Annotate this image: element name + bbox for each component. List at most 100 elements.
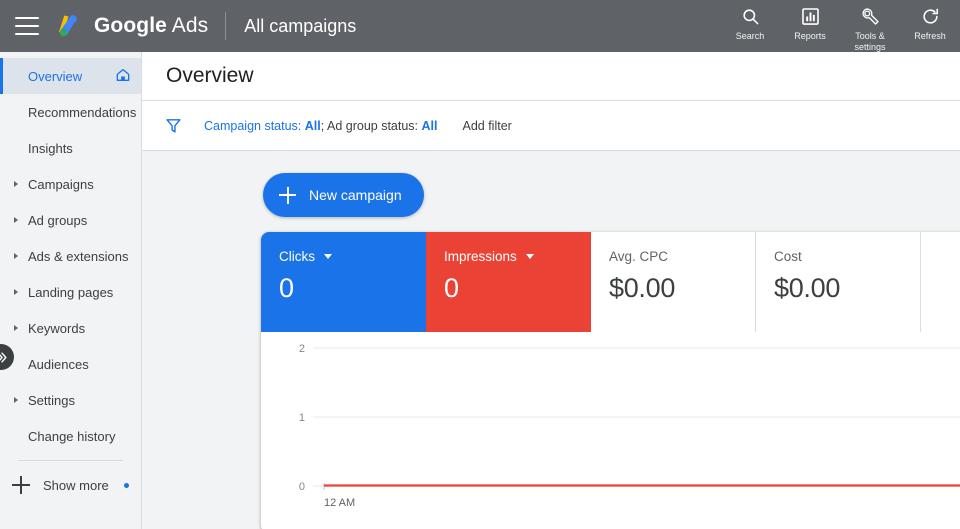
- home-icon: [115, 67, 131, 86]
- y-tick-label-2: 2: [299, 343, 305, 355]
- brand-wordmark: Google Ads: [94, 14, 208, 38]
- header-divider: [225, 12, 227, 40]
- new-campaign-button[interactable]: New campaign: [263, 173, 424, 217]
- sidebar-item-label: Insights: [28, 140, 73, 156]
- chevron-right-icon: [14, 325, 18, 331]
- google-ads-logo[interactable]: [55, 11, 85, 41]
- performance-chart[interactable]: 2 1 0 12 AM: [261, 332, 960, 529]
- search-label: Search: [735, 31, 765, 41]
- filter-chip-value-campaign: All: [304, 118, 321, 133]
- chevron-right-icon: [14, 289, 18, 295]
- add-filter-button[interactable]: Add filter: [462, 119, 511, 133]
- scorecard-label-text: Cost: [774, 249, 802, 264]
- hamburger-menu-icon[interactable]: [15, 17, 39, 35]
- sidebar-item-label: Landing pages: [28, 284, 114, 300]
- refresh-icon: [921, 4, 940, 28]
- scorecard-label: Clicks: [279, 249, 426, 264]
- sidebar-item-keywords[interactable]: Keywords: [0, 310, 141, 346]
- hamburger-line: [15, 17, 39, 19]
- scorecard-value: $0.00: [609, 273, 676, 303]
- filter-bar: Campaign status: All; Ad group status: A…: [142, 101, 960, 151]
- scorecard-value: 0: [279, 273, 294, 303]
- scorecard-impressions[interactable]: Impressions 0: [426, 232, 591, 332]
- search-button[interactable]: Search: [720, 4, 780, 42]
- left-sidebar-nav: Overview Recommendations Insights Campai…: [0, 52, 142, 529]
- scorecard-label-text: Impressions: [444, 249, 517, 264]
- plus-icon: [12, 476, 30, 494]
- chevron-down-icon[interactable]: [525, 254, 534, 259]
- sidebar-item-label: Change history: [28, 428, 116, 444]
- sidebar-item-change-history[interactable]: Change history: [0, 418, 141, 454]
- reports-label: Reports: [794, 31, 826, 41]
- y-tick-label-1: 1: [299, 412, 305, 424]
- main-content-area: Overview Campaign status: All; Ad group …: [142, 52, 960, 529]
- filter-chip-value-adgroup: All: [421, 118, 438, 133]
- chevron-right-icon: [14, 181, 18, 187]
- reports-button[interactable]: Reports: [780, 4, 840, 42]
- top-header-bar: Google Ads All campaigns Search Reports …: [0, 0, 960, 52]
- wrench-tools-icon: [861, 4, 880, 28]
- scorecard-label-text: Clicks: [279, 249, 315, 264]
- scorecard-clicks[interactable]: Clicks 0: [261, 232, 426, 332]
- new-badge-dot: [124, 482, 129, 488]
- metrics-panel: Clicks 0 Impressions 0 Avg. CPC $0.00 Co…: [261, 232, 960, 529]
- brand-google: Google: [94, 14, 167, 37]
- scorecard-label-text: Avg. CPC: [609, 249, 669, 264]
- x-tick-label-12am: 12 AM: [324, 497, 355, 509]
- reports-bar-chart-icon: [801, 4, 820, 28]
- account-context-label: All campaigns: [244, 15, 357, 36]
- sidebar-item-label: Overview: [28, 68, 83, 84]
- brand-ads: Ads: [171, 14, 209, 37]
- sidebar-item-label: Recommendations: [28, 104, 137, 120]
- scorecard-cost[interactable]: Cost $0.00: [756, 232, 921, 332]
- sidebar-item-label: Settings: [28, 392, 75, 408]
- sidebar-item-audiences[interactable]: Audiences: [0, 346, 141, 382]
- chevron-right-icon: [14, 253, 18, 259]
- sidebar-divider: [18, 460, 123, 461]
- plus-icon: [279, 186, 296, 204]
- sidebar-item-campaigns[interactable]: Campaigns: [0, 166, 141, 202]
- y-tick-label-0: 0: [299, 481, 305, 493]
- hamburger-line: [15, 25, 39, 27]
- refresh-button[interactable]: Refresh: [900, 4, 960, 42]
- sidebar-item-ads-extensions[interactable]: Ads & extensions: [0, 238, 141, 274]
- chevron-right-icon: [14, 397, 18, 403]
- filter-chip-middle: ; Ad group status:: [320, 118, 422, 133]
- scorecard-label: Cost: [774, 249, 920, 264]
- page-title: Overview: [166, 64, 254, 87]
- sidebar-item-label: Ads & extensions: [28, 248, 129, 264]
- sidebar-item-label: Campaigns: [28, 176, 94, 192]
- dashboard-canvas: New campaign Clicks 0 Impressions 0 Avg.…: [142, 151, 960, 529]
- sidebar-item-label: Keywords: [28, 320, 86, 336]
- tools-settings-label: Tools & settings: [854, 31, 886, 52]
- scorecards-row: Clicks 0 Impressions 0 Avg. CPC $0.00 Co…: [261, 232, 960, 332]
- sidebar-item-label: Audiences: [28, 356, 89, 372]
- sidebar-item-settings[interactable]: Settings: [0, 382, 141, 418]
- chevron-down-icon[interactable]: [324, 254, 332, 259]
- search-icon: [741, 4, 760, 28]
- chevron-right-icon: [14, 217, 18, 223]
- scorecard-value: $0.00: [774, 273, 841, 303]
- hamburger-line: [15, 33, 39, 35]
- new-campaign-label: New campaign: [309, 187, 402, 203]
- sidebar-show-more-button[interactable]: Show more: [0, 467, 141, 503]
- sidebar-item-insights[interactable]: Insights: [0, 130, 141, 166]
- show-more-label: Show more: [43, 477, 109, 493]
- sidebar-item-ad-groups[interactable]: Ad groups: [0, 202, 141, 238]
- scorecard-label: Avg. CPC: [609, 249, 755, 264]
- sidebar-item-landing-pages[interactable]: Landing pages: [0, 274, 141, 310]
- scorecard-label: Impressions: [444, 249, 591, 264]
- filter-chip-prefix: Campaign status:: [204, 118, 305, 133]
- tools-settings-button[interactable]: Tools & settings: [840, 4, 900, 53]
- page-title-bar: Overview: [142, 52, 960, 101]
- scorecard-value: 0: [444, 273, 459, 303]
- filter-funnel-icon[interactable]: [165, 117, 182, 134]
- sidebar-item-overview[interactable]: Overview: [0, 58, 141, 94]
- sidebar-item-label: Ad groups: [28, 212, 88, 228]
- refresh-label: Refresh: [914, 31, 946, 41]
- scorecard-placeholder[interactable]: [921, 232, 960, 332]
- sidebar-item-recommendations[interactable]: Recommendations: [0, 94, 141, 130]
- scorecard-avg-cpc[interactable]: Avg. CPC $0.00: [591, 232, 756, 332]
- header-actions: Search Reports Tools & settings Refresh: [720, 0, 960, 52]
- filter-status-chip[interactable]: Campaign status: All; Ad group status: A…: [204, 119, 437, 133]
